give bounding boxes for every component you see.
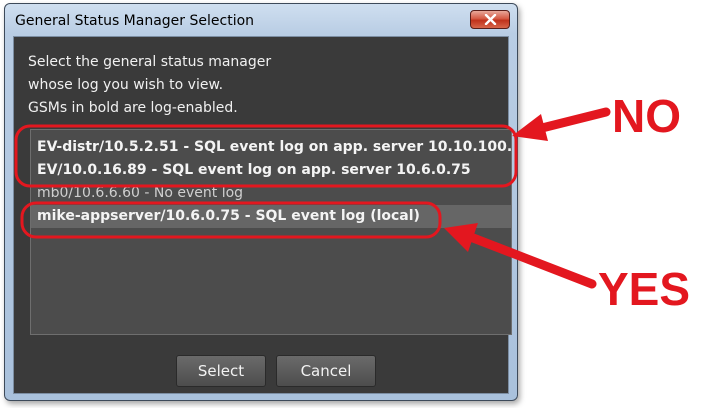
list-item-mb0[interactable]: mb0/10.6.6.60 - No event log	[31, 182, 511, 205]
dialog-window: General Status Manager Selection Select …	[4, 3, 518, 401]
instruction-line: GSMs in bold are log-enabled.	[28, 100, 238, 116]
instruction-line: whose log you wish to view.	[28, 77, 224, 93]
annotation-yes-label: YES	[598, 263, 691, 315]
screenshot-stage: General Status Manager Selection Select …	[0, 0, 702, 408]
gsm-list[interactable]: EV-distr/10.5.2.51 - SQL event log on ap…	[30, 129, 512, 335]
cancel-button[interactable]: Cancel	[276, 355, 376, 387]
annotation-no-label: NO	[612, 90, 681, 142]
list-item-ev-distr[interactable]: EV-distr/10.5.2.51 - SQL event log on ap…	[31, 136, 511, 159]
select-button[interactable]: Select	[176, 355, 266, 387]
close-button[interactable]	[470, 10, 510, 29]
instruction-line: Select the general status manager	[28, 54, 272, 70]
window-title: General Status Manager Selection	[15, 13, 255, 29]
no-arrow-icon	[529, 107, 611, 135]
list-item-ev[interactable]: EV/10.0.16.89 - SQL event log on app. se…	[31, 159, 511, 182]
close-x-icon	[484, 14, 497, 25]
instructions: Select the general status manager whose …	[28, 51, 498, 120]
list-item-mike-appserver[interactable]: mike-appserver/10.6.0.75 - SQL event log…	[31, 205, 511, 228]
dialog-client-area: Select the general status manager whose …	[13, 36, 512, 394]
title-bar: General Status Manager Selection	[5, 4, 517, 36]
